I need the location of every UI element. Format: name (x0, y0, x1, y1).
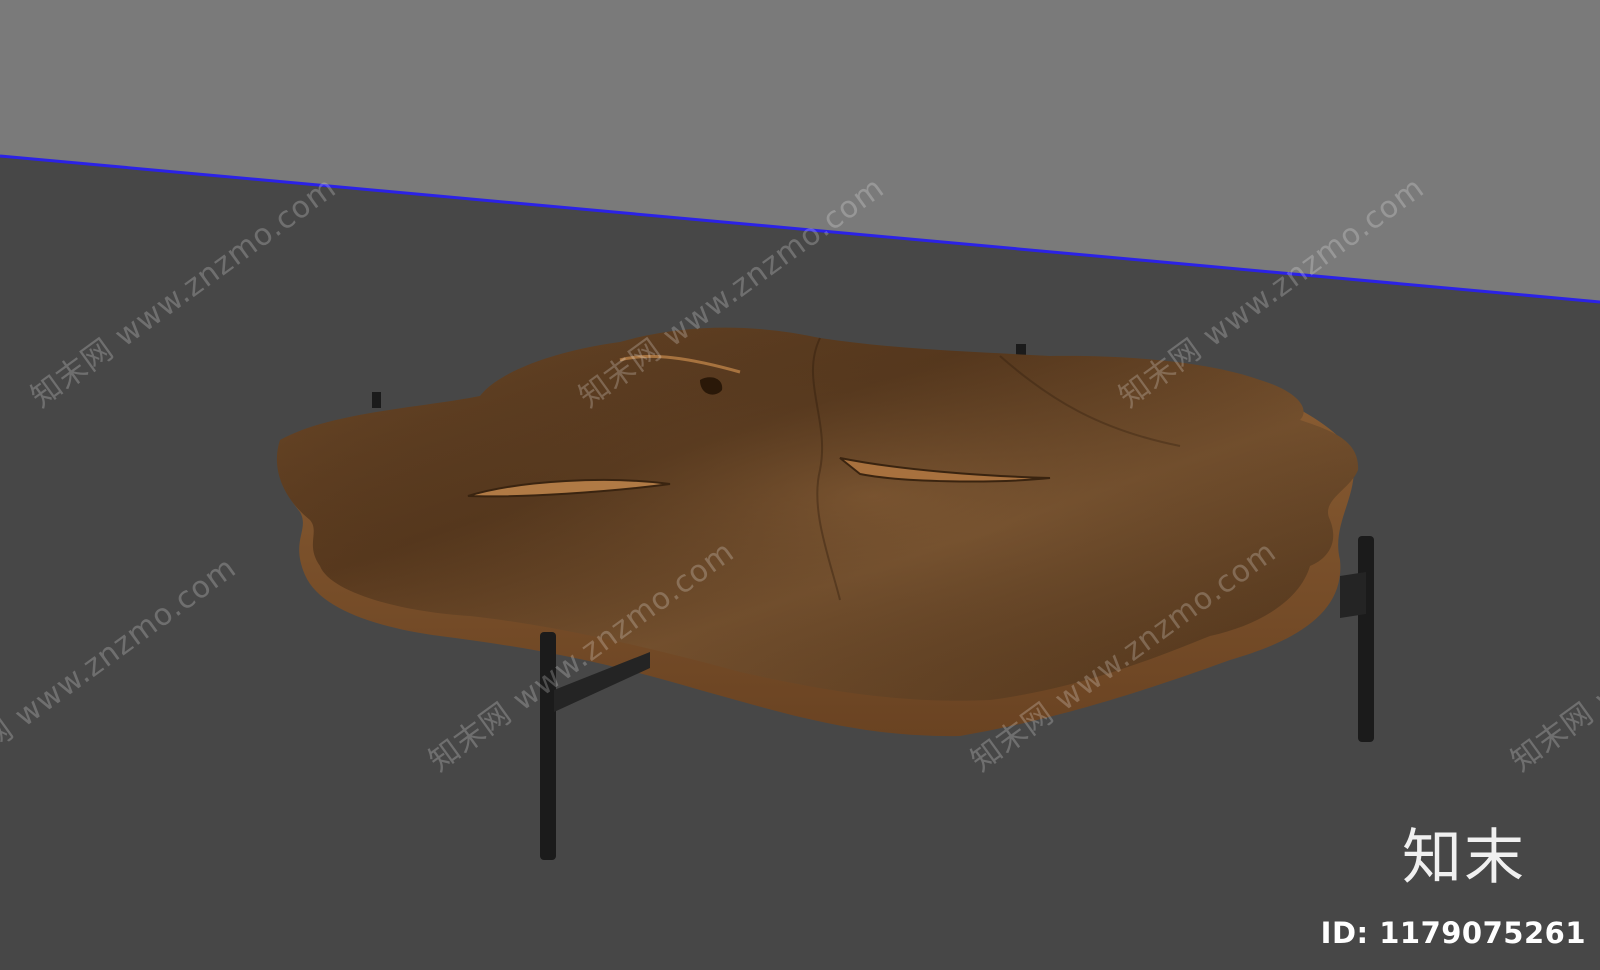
table-leg-front-right (1358, 536, 1374, 742)
table-leg-front-left (540, 632, 556, 860)
asset-id-label: ID: 1179075261 (1320, 916, 1586, 950)
table-leg-brace-right (1340, 572, 1366, 618)
3d-scene (0, 0, 1600, 970)
brand-logo: 知末 (1402, 823, 1526, 893)
viewport: 知末网 www.znzmo.com 知末网 www.znzmo.com 知末网 … (0, 0, 1600, 970)
table-leg-back-left (372, 392, 381, 408)
